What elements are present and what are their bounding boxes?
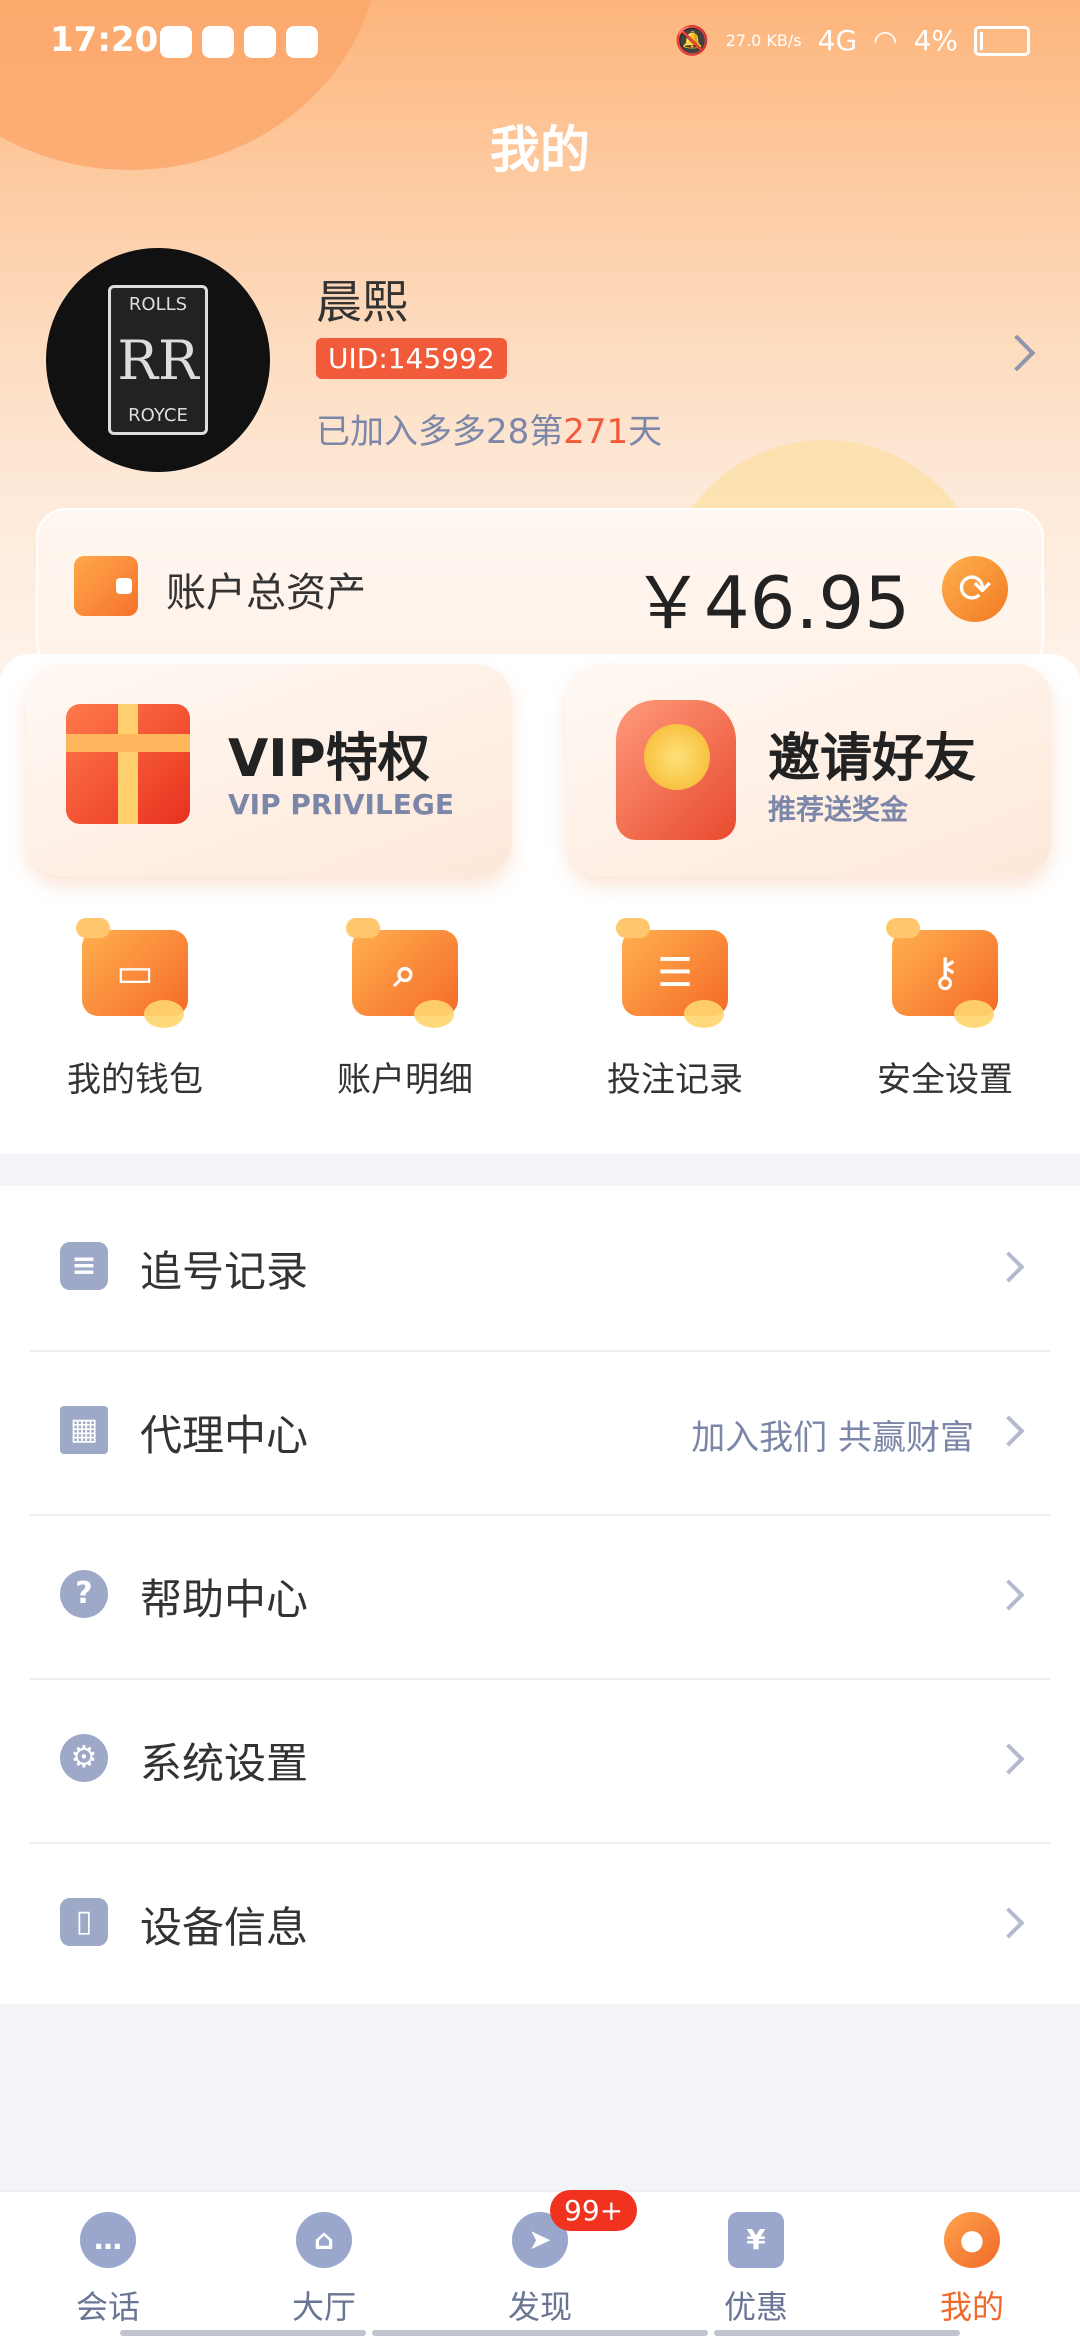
wifi-icon: ◠ bbox=[873, 24, 898, 57]
network-type: 4G bbox=[817, 24, 858, 57]
notification-badge: 99+ bbox=[550, 2190, 638, 2231]
nav-label: 发现 bbox=[507, 2288, 572, 2326]
chevron-right-icon bbox=[993, 1251, 1025, 1283]
wallet-icon: ▭ bbox=[76, 918, 188, 1028]
chevron-right-icon bbox=[993, 1579, 1025, 1611]
menu-item-system-settings[interactable]: ⚙ 系统设置 bbox=[30, 1678, 1050, 1844]
nav-tab-offers[interactable]: ¥ 优惠 bbox=[648, 2212, 864, 2328]
quick-action-label: 我的钱包 bbox=[67, 1060, 203, 1100]
joined-days-text: 已加入多多28第271天 bbox=[316, 404, 662, 453]
quick-action-label: 安全设置 bbox=[877, 1060, 1013, 1100]
nav-label: 会话 bbox=[75, 2288, 140, 2326]
battery-percent: 4% bbox=[913, 24, 958, 57]
battery-icon bbox=[974, 25, 1030, 56]
key-icon: ⚷ bbox=[886, 918, 998, 1028]
question-icon: ? bbox=[60, 1570, 108, 1618]
menu-item-label: 追号记录 bbox=[140, 1247, 309, 1296]
menu-item-help-center[interactable]: ? 帮助中心 bbox=[30, 1514, 1050, 1680]
network-speed: 27.0 KB/s bbox=[725, 30, 802, 50]
quick-action-label: 账户明细 bbox=[337, 1060, 473, 1100]
menu-item-label: 系统设置 bbox=[140, 1739, 309, 1788]
nav-tab-discover[interactable]: ➤ 发现 99+ bbox=[432, 2190, 648, 2328]
coin-icon bbox=[644, 724, 710, 790]
promo-title: 邀请好友 bbox=[768, 729, 977, 789]
menu-item-label: 代理中心 bbox=[140, 1411, 309, 1460]
nav-label: 我的 bbox=[939, 2288, 1004, 2326]
quick-action-account-details[interactable]: ⌕ 账户明细 bbox=[270, 918, 540, 1101]
menu-item-device-info[interactable]: ▯ 设备信息 bbox=[30, 1842, 1050, 2006]
gift-icon bbox=[66, 704, 190, 824]
menu-list: ≡ 追号记录 ▦ 代理中心 加入我们 共赢财富 ? 帮助中心 ⚙ 系统设置 ▯ … bbox=[0, 1186, 1080, 2004]
app-notification-icon bbox=[160, 26, 192, 58]
promo-subtitle: 推荐送奖金 bbox=[768, 793, 909, 826]
search-icon: ⌕ bbox=[346, 918, 458, 1028]
app-notification-icon bbox=[202, 26, 234, 58]
avatar[interactable]: ROLLS RR ROYCE bbox=[46, 248, 270, 472]
joined-prefix: 已加入多多28第 bbox=[316, 412, 564, 452]
user-icon: ● bbox=[944, 2212, 1000, 2268]
vip-privilege-card[interactable]: VIP特权 VIP PRIVILEGE bbox=[26, 664, 512, 876]
nav-label: 大厅 bbox=[291, 2288, 356, 2326]
gear-icon: ⚙ bbox=[60, 1734, 108, 1782]
user-name: 晨熙 bbox=[316, 275, 408, 329]
avatar-logo-text: ROYCE bbox=[128, 405, 188, 426]
menu-item-agent-center[interactable]: ▦ 代理中心 加入我们 共赢财富 bbox=[30, 1350, 1050, 1516]
joined-days: 271 bbox=[563, 412, 629, 452]
menu-item-hint: 加入我们 共赢财富 bbox=[691, 1418, 974, 1458]
quick-action-security[interactable]: ⚷ 安全设置 bbox=[810, 918, 1080, 1101]
coupon-icon: ¥ bbox=[728, 2212, 784, 2268]
promo-subtitle: VIP PRIVILEGE bbox=[228, 788, 455, 821]
total-assets-label: 账户总资产 bbox=[166, 570, 366, 616]
status-bar: 17:20 🔕 27.0 KB/s 4G ◠ 4% bbox=[0, 18, 1080, 78]
app-notification-icon bbox=[244, 26, 276, 58]
menu-item-chase-records[interactable]: ≡ 追号记录 bbox=[30, 1186, 1050, 1352]
wallet-icon bbox=[74, 556, 138, 616]
joined-suffix: 天 bbox=[628, 412, 663, 452]
page-title: 我的 bbox=[490, 121, 590, 179]
uid-badge: UID:145992 bbox=[316, 338, 507, 379]
chevron-right-icon bbox=[993, 1415, 1025, 1447]
nav-tab-chat[interactable]: … 会话 bbox=[0, 2212, 216, 2328]
nav-tab-lobby[interactable]: ⌂ 大厅 bbox=[216, 2212, 432, 2328]
tablet-icon: ▯ bbox=[60, 1898, 108, 1946]
status-time: 17:20 bbox=[50, 20, 159, 60]
menu-item-label: 设备信息 bbox=[140, 1903, 309, 1952]
notification-icons bbox=[160, 26, 318, 58]
clipboard-icon: ☰ bbox=[616, 918, 728, 1028]
invite-friends-card[interactable]: 邀请好友 推荐送奖金 bbox=[566, 664, 1052, 876]
mute-icon: 🔕 bbox=[674, 24, 710, 57]
promo-title: VIP特权 bbox=[228, 729, 430, 789]
chat-icon: … bbox=[80, 2212, 136, 2268]
avatar-logo-text: ROLLS bbox=[128, 294, 188, 315]
nav-tab-mine[interactable]: ● 我的 bbox=[864, 2212, 1080, 2328]
nav-label: 优惠 bbox=[723, 2288, 788, 2326]
bottom-nav: … 会话 ⌂ 大厅 ➤ 发现 99+ ¥ 优惠 ● 我的 bbox=[0, 2190, 1080, 2342]
home-indicator bbox=[714, 2330, 960, 2336]
home-indicator bbox=[120, 2330, 366, 2336]
bank-icon: ⌂ bbox=[296, 2212, 352, 2268]
quick-action-bet-records[interactable]: ☰ 投注记录 bbox=[540, 918, 810, 1101]
chevron-right-icon bbox=[993, 1907, 1025, 1939]
wechat-icon bbox=[286, 26, 318, 58]
refresh-icon[interactable]: ⟳ bbox=[942, 556, 1008, 622]
chevron-right-icon bbox=[993, 1743, 1025, 1775]
total-assets-value: ￥46.95 bbox=[631, 561, 910, 645]
home-indicator bbox=[372, 2330, 708, 2336]
quick-action-wallet[interactable]: ▭ 我的钱包 bbox=[0, 918, 270, 1101]
menu-item-label: 帮助中心 bbox=[140, 1575, 309, 1624]
status-right: 🔕 27.0 KB/s 4G ◠ 4% bbox=[675, 24, 1030, 57]
total-assets-card: 账户总资产 ￥46.95 ⟳ bbox=[36, 508, 1044, 672]
qr-code-icon: ▦ bbox=[60, 1406, 108, 1454]
quick-action-label: 投注记录 bbox=[607, 1060, 743, 1100]
document-icon: ≡ bbox=[60, 1242, 108, 1290]
avatar-logo-monogram: RR bbox=[117, 328, 199, 392]
avatar-logo: ROLLS RR ROYCE bbox=[108, 285, 208, 435]
